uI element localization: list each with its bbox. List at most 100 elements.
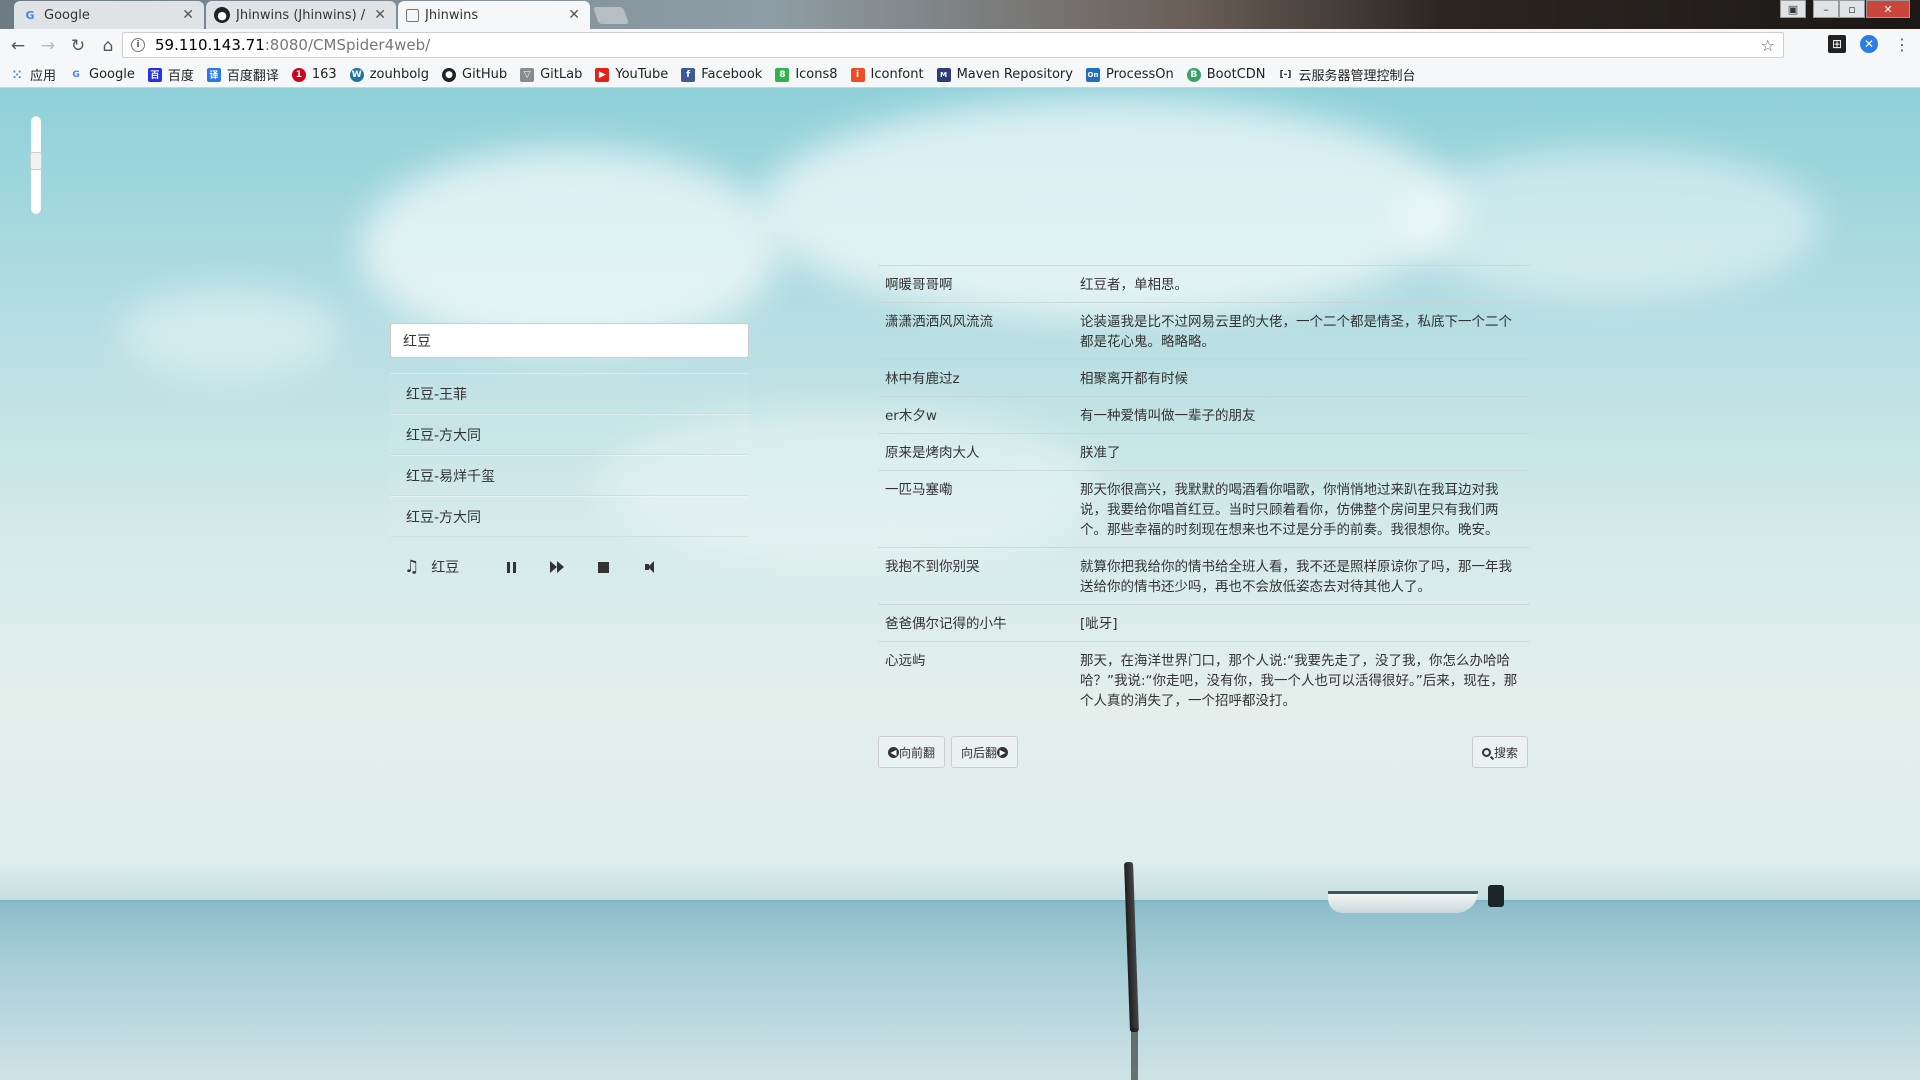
sea <box>0 904 1920 1080</box>
comment-user: 心远屿 <box>878 641 1073 718</box>
list-item[interactable]: 红豆-方大同 <box>390 496 749 537</box>
comments-table: 啊暖哥哥啊 红豆者，单相思。 潇潇洒洒风风流流 论装逼我是比不过网易云里的大佬，一个二… <box>878 265 1530 718</box>
fast-forward-icon <box>550 561 565 573</box>
facebook-icon: f <box>681 67 696 82</box>
bookmark-zouhbolg[interactable]: Wzouhbolg <box>349 67 430 82</box>
menu-dots-icon[interactable]: ⋮ <box>1893 35 1911 54</box>
comment-row: 我抱不到你别哭 就算你把我给你的情书给全班人看，我不还是照样原谅你了吗，那一年我送… <box>878 547 1530 605</box>
comment-user: 原来是烤肉大人 <box>878 433 1073 471</box>
search-input[interactable] <box>390 323 749 358</box>
bookmark-youtube[interactable]: ▶ YouTube <box>595 67 668 82</box>
tab-strip: G Google ✕ ● Jhinwins (Jhinwins) / Ju ✕ … <box>0 0 1920 29</box>
bookmark-aliyun[interactable]: [-] 云服务器管理控制台 <box>1279 65 1416 84</box>
bookmark-star-icon[interactable]: ☆ <box>1761 36 1775 55</box>
home-icon[interactable]: ⌂ <box>96 34 120 58</box>
speaker-icon <box>644 561 654 573</box>
search-button-label: 搜索 <box>1494 745 1519 760</box>
song-list: 红豆-王菲 红豆-方大同 红豆-易烊千玺 红豆-方大同 <box>390 373 749 537</box>
bookmark-label: zouhbolg <box>369 67 430 82</box>
profile-icon[interactable]: ▣ <box>1780 0 1806 18</box>
bookmark-label: Icons8 <box>795 67 838 82</box>
volume-slider-thumb[interactable] <box>30 152 42 170</box>
maximize-icon[interactable]: ▫ <box>1839 0 1865 18</box>
tab-jhinwins[interactable]: Jhinwins ✕ <box>398 1 590 29</box>
close-icon[interactable]: ✕ <box>568 7 580 23</box>
bookmark-baidu[interactable]: 百百度 <box>147 65 194 84</box>
comment-row: 啊暖哥哥啊 红豆者，单相思。 <box>878 265 1530 303</box>
forward-arrow-icon[interactable]: → <box>36 34 60 58</box>
bookmark-163[interactable]: 1 163 <box>291 67 337 82</box>
comment-user: 潇潇洒洒风风流流 <box>878 302 1073 360</box>
comment-row: 原来是烤肉大人 朕准了 <box>878 433 1530 471</box>
comment-user: er木夕w <box>878 396 1073 434</box>
extension-blue-icon[interactable]: ✕ <box>1860 35 1878 53</box>
close-icon[interactable]: ✕ <box>182 7 194 23</box>
new-tab-button[interactable] <box>592 7 630 24</box>
comment-text: 有一种爱情叫做一辈子的朋友 <box>1073 396 1530 434</box>
wordpress-icon: W <box>349 67 364 82</box>
stop-button[interactable] <box>593 557 613 577</box>
comment-text: 就算你把我给你的情书给全班人看，我不还是照样原谅你了吗，那一年我送给你的情书还少… <box>1073 547 1530 605</box>
bookmark-maven[interactable]: M Maven Repository <box>936 67 1073 82</box>
apps-icon: ⁙ <box>11 67 23 82</box>
comment-text: 红豆者，单相思。 <box>1073 265 1530 303</box>
prev-page-button[interactable]: ◀ 向前翻 <box>878 736 946 768</box>
browser-toolbar: ← → ↻ ⌂ i 59.110.143.71:8080/CMSpider4we… <box>0 29 1920 62</box>
tab-github[interactable]: ● Jhinwins (Jhinwins) / Ju ✕ <box>206 1 396 29</box>
github-icon: ● <box>214 7 230 23</box>
minimize-icon[interactable]: – <box>1813 0 1839 18</box>
comment-user: 我抱不到你别哭 <box>878 547 1073 605</box>
bookmark-baidu-translate[interactable]: 译百度翻译 <box>206 65 279 84</box>
bookmark-google[interactable]: G Google <box>69 67 135 82</box>
list-item[interactable]: 红豆-王菲 <box>390 373 749 414</box>
bookmark-github[interactable]: ● GitHub <box>442 67 507 82</box>
extension-icon[interactable]: ⊞ <box>1828 35 1846 53</box>
comment-row: er木夕w 有一种爱情叫做一辈子的朋友 <box>878 396 1530 434</box>
search-button[interactable]: 搜索 <box>1472 736 1529 768</box>
iconfont-icon: i <box>850 67 865 82</box>
bookmark-bootcdn[interactable]: B BootCDN <box>1186 67 1266 82</box>
list-item[interactable]: 红豆-方大同 <box>390 414 749 455</box>
comment-text: 那天，在海洋世界门口，那个人说:“我要先走了，没了我，你怎么办哈哈哈？”我说:“… <box>1073 641 1530 718</box>
arrow-right-circle-icon: ▶ <box>997 746 1009 758</box>
search-icon <box>1482 747 1491 757</box>
bookmark-label: Maven Repository <box>956 67 1073 82</box>
pause-button[interactable] <box>501 557 521 577</box>
bookmark-label: 云服务器管理控制台 <box>1298 69 1416 84</box>
bookmark-apps[interactable]: ⁙ 应用 <box>10 65 57 85</box>
bookmark-label: Iconfont <box>870 67 924 82</box>
reload-icon[interactable]: ↻ <box>66 34 90 58</box>
comment-row: 林中有鹿过z 相聚离开都有时候 <box>878 359 1530 397</box>
music-note-icon: ♫ <box>404 557 420 577</box>
list-item[interactable]: 红豆-易烊千玺 <box>390 455 749 496</box>
volume-button[interactable] <box>639 557 659 577</box>
music-player: ♫ 红豆 <box>404 555 685 579</box>
comment-text: 那天你很高兴，我默默的喝酒看你唱歌，你悄悄地过来趴在我耳边对我说，我要给你唱首红… <box>1073 470 1530 548</box>
pole-reflection <box>1131 1028 1138 1080</box>
address-bar[interactable]: i 59.110.143.71:8080/CMSpider4web/ ☆ <box>122 32 1784 58</box>
bookmark-label: Google <box>89 67 135 82</box>
back-arrow-icon[interactable]: ← <box>6 34 30 58</box>
google-icon: G <box>72 69 80 80</box>
bookmark-gitlab[interactable]: ▽ GitLab <box>520 67 582 82</box>
prev-page-label: 向前翻 <box>899 745 936 760</box>
bookmark-label: YouTube <box>615 67 669 82</box>
bookmark-label: 163 <box>311 67 337 82</box>
bookmark-processon[interactable]: On ProcessOn <box>1085 67 1174 82</box>
tab-title: Jhinwins <box>425 7 479 23</box>
bookmark-label: 百度翻译 <box>226 69 279 84</box>
bookmark-iconfont[interactable]: i Iconfont <box>850 67 924 82</box>
next-page-button[interactable]: 向后翻 ▶ <box>951 736 1019 768</box>
info-icon[interactable]: i <box>131 38 145 52</box>
window-close-icon[interactable]: ✕ <box>1866 0 1910 18</box>
cloud-shape <box>120 288 340 378</box>
processon-icon: On <box>1085 67 1100 82</box>
bookmark-label: GitLab <box>540 67 583 82</box>
close-icon[interactable]: ✕ <box>374 7 386 23</box>
bookmark-label: 应用 <box>30 69 57 84</box>
tab-google[interactable]: G Google ✕ <box>14 1 204 29</box>
volume-slider[interactable] <box>30 116 42 214</box>
bookmark-facebook[interactable]: f Facebook <box>681 67 762 82</box>
bookmark-icons8[interactable]: 8 Icons8 <box>775 67 838 82</box>
next-button[interactable] <box>547 557 567 577</box>
